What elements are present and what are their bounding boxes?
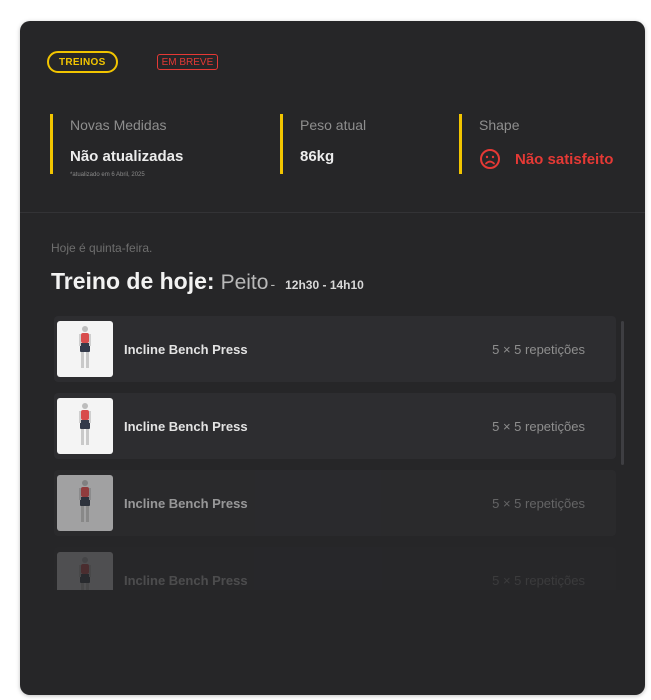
athlete-figure-icon: [79, 326, 91, 368]
exercise-name: Incline Bench Press: [124, 419, 248, 434]
exercise-row[interactable]: Incline Bench Press 5 × 5 repetições: [54, 547, 616, 590]
athlete-figure-icon: [79, 403, 91, 445]
stat-measures-value: Não atualizadas: [70, 148, 184, 165]
stat-measures-label: Novas Medidas: [70, 117, 167, 133]
athlete-figure-icon: [79, 557, 91, 590]
exercise-row[interactable]: Incline Bench Press 5 × 5 repetições: [54, 393, 616, 459]
exercise-thumbnail: [57, 321, 113, 377]
exercise-reps: 5 × 5 repetições: [492, 342, 585, 357]
exercise-reps: 5 × 5 repetições: [492, 419, 585, 434]
stat-shape: Shape Não satisfeito: [459, 114, 639, 174]
exercise-row[interactable]: Incline Bench Press 5 × 5 repetições: [54, 316, 616, 382]
stat-shape-status: Não satisfeito: [479, 148, 639, 170]
today-time: 12h30 - 14h10: [285, 278, 364, 292]
tab-bar: TREINOS EM BREVE: [47, 50, 219, 74]
stat-measures-note: *atualizado em 6 Abril, 2025: [70, 172, 145, 178]
today-muscle-group: Peito: [220, 271, 269, 294]
stat-weight-value: 86kg: [300, 148, 335, 165]
stat-measures: Novas Medidas Não atualizadas *atualizad…: [50, 114, 265, 178]
exercise-thumbnail: [57, 552, 113, 590]
list-scrollbar[interactable]: [621, 321, 624, 465]
exercise-thumbnail: [57, 475, 113, 531]
exercise-name: Incline Bench Press: [124, 342, 248, 357]
exercise-reps: 5 × 5 repetições: [492, 496, 585, 511]
today-workout-label: Treino de hoje:: [51, 268, 215, 294]
section-divider: [20, 212, 645, 213]
stat-shape-value: Não satisfeito: [515, 150, 614, 168]
exercise-thumbnail: [57, 398, 113, 454]
tab-treinos[interactable]: TREINOS: [47, 51, 118, 73]
exercise-list[interactable]: Incline Bench Press 5 × 5 repetições Inc…: [54, 316, 616, 590]
workout-card: TREINOS EM BREVE Novas Medidas Não atual…: [20, 21, 645, 695]
stat-shape-label: Shape: [479, 117, 520, 133]
weekday-text: Hoje é quinta-feira.: [51, 241, 153, 255]
athlete-figure-icon: [79, 480, 91, 522]
stat-weight: Peso atual 86kg: [280, 114, 450, 174]
exercise-name: Incline Bench Press: [124, 496, 248, 511]
today-workout-title: Treino de hoje: Peito - 12h30 - 14h10: [51, 268, 364, 295]
tab-em-breve[interactable]: EM BREVE: [156, 54, 219, 70]
stat-weight-label: Peso atual: [300, 117, 367, 133]
sad-face-icon: [480, 149, 500, 169]
exercise-name: Incline Bench Press: [124, 573, 248, 588]
exercise-reps: 5 × 5 repetições: [492, 573, 585, 588]
exercise-row[interactable]: Incline Bench Press 5 × 5 repetições: [54, 470, 616, 536]
today-separator: -: [270, 276, 276, 292]
